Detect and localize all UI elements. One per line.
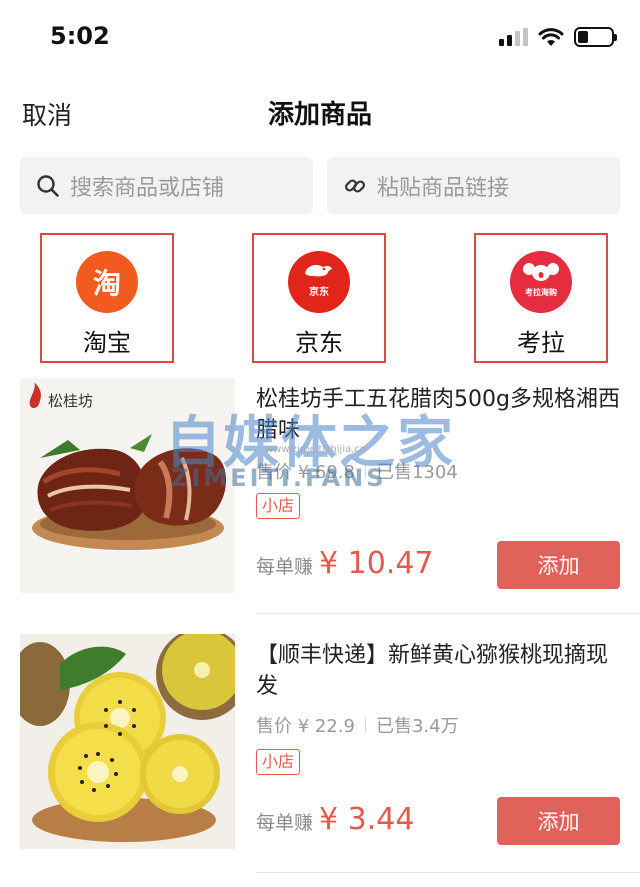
product-meta: 售价 ¥ 22.9 已售3.4万 (256, 712, 459, 738)
platform-name: 考拉 (517, 329, 565, 357)
product-title: 【顺丰快递】新鲜黄心猕猴桃现摘现发 (256, 643, 609, 699)
link-placeholder: 粘贴商品链接 (377, 175, 510, 201)
commission-label: 每单赚 (256, 556, 314, 578)
product-image[interactable]: 松桂坊 (20, 378, 235, 593)
product-card: 松桂坊 松桂坊手工五花腊肉500g多规格湘西腊味 售价 ¥ 69.8 已售130… (0, 378, 640, 614)
add-product-button[interactable]: 添加 (497, 541, 620, 589)
kaola-logo-icon: 考拉海购 (510, 251, 572, 313)
commission-amount: ¥ 10.47 (319, 546, 434, 581)
meta-divider (364, 463, 366, 479)
page-title: 添加商品 (267, 100, 372, 130)
meta-divider (364, 717, 366, 733)
commission-label: 每单赚 (256, 812, 314, 834)
search-row: 搜索商品或店铺 粘贴商品链接 (20, 157, 620, 214)
row-divider (256, 613, 640, 614)
platform-jd[interactable]: 京东 京东 (252, 233, 386, 363)
image-brand-text: 松桂坊 (48, 392, 94, 410)
search-placeholder: 搜索商品或店铺 (70, 175, 225, 201)
product-meta: 售价 ¥ 69.8 已售1304 (256, 458, 458, 484)
link-paste-input[interactable]: 粘贴商品链接 (327, 157, 620, 214)
status-icons (499, 26, 617, 48)
commission-amount: ¥ 3.44 (319, 802, 415, 837)
platform-kaola[interactable]: 考拉海购 考拉 (474, 233, 608, 363)
commission: 每单赚 ¥ 3.44 (256, 802, 414, 837)
shop-badge: 小店 (256, 493, 301, 519)
nav-header: 取消 添加商品 (0, 72, 640, 148)
wifi-icon (538, 28, 564, 46)
status-bar: 5:02 (0, 0, 640, 72)
cellular-signal-icon (499, 28, 528, 46)
platform-name: 淘宝 (83, 329, 131, 357)
shop-badge: 小店 (256, 749, 301, 775)
search-icon (37, 174, 59, 197)
search-input[interactable]: 搜索商品或店铺 (20, 157, 313, 214)
jd-logo-icon: 京东 (288, 251, 350, 313)
product-title: 松桂坊手工五花腊肉500g多规格湘西腊味 (256, 387, 620, 443)
platform-taobao[interactable]: 淘 淘宝 (40, 233, 174, 363)
product-card: 【顺丰快递】新鲜黄心猕猴桃现摘现发 售价 ¥ 22.9 已售3.4万 小店 每单… (0, 634, 640, 874)
product-sold: 已售3.4万 (375, 716, 459, 737)
platform-selector: 淘 淘宝 京东 京东 考拉海购 考拉 (0, 233, 640, 363)
commission: 每单赚 ¥ 10.47 (256, 546, 434, 581)
taobao-logo-icon: 淘 (76, 251, 138, 313)
add-product-button[interactable]: 添加 (497, 797, 620, 845)
row-divider (256, 872, 640, 873)
product-price: 售价 ¥ 69.8 (256, 462, 355, 483)
koala-icon (523, 263, 559, 281)
platform-name: 京东 (295, 329, 343, 357)
status-time: 5:02 (50, 22, 110, 50)
product-image[interactable] (20, 634, 235, 849)
link-icon (344, 178, 366, 193)
product-sold: 已售1304 (375, 462, 458, 483)
battery-icon (574, 27, 617, 47)
product-price: 售价 ¥ 22.9 (256, 716, 355, 737)
